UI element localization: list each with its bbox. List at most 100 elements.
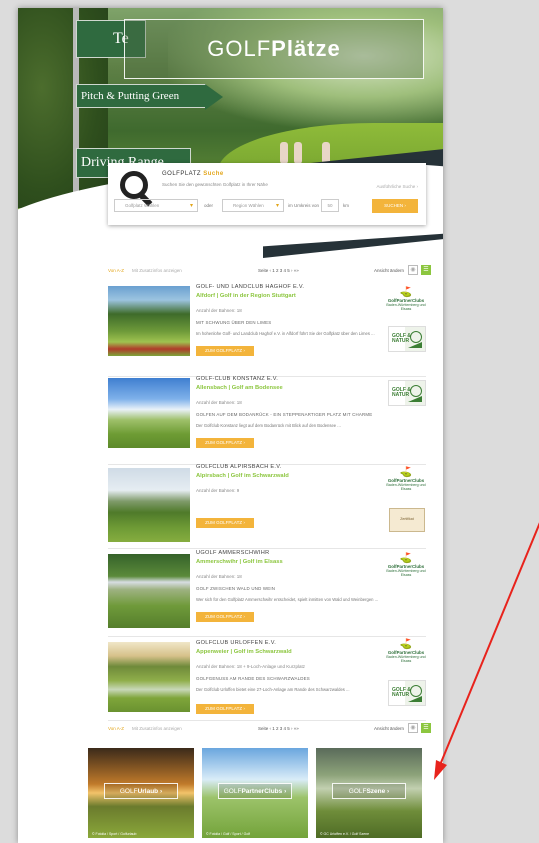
title-bold: Plätze xyxy=(271,36,341,61)
title-light: GOLF xyxy=(207,36,272,61)
search-title: GOLFPLATZ Suche xyxy=(162,171,224,177)
extra-info-link[interactable]: Mit Zusatzinfos anzeigen xyxy=(132,268,182,273)
tile-caption: © GC Urloffen e.V. / Golf Szene xyxy=(320,832,370,836)
club-description: Der Golfclub Urloffen bietet eine 27-Loc… xyxy=(196,687,350,692)
certificate-badge: Zertifikat xyxy=(389,508,425,532)
club-location[interactable]: Alpirsbach | Golf im Schwarzwald xyxy=(196,473,289,479)
tile-golfurlaub[interactable]: GOLFUrlaub › © Fotolia / Sport / Golfurl… xyxy=(88,748,194,838)
golf-natur-text: GOLF & NATUR xyxy=(392,333,411,344)
sort-az-link[interactable]: Von A-Z xyxy=(108,268,124,273)
golf-natur-text: GOLF & NATUR xyxy=(392,387,411,398)
advanced-search-link[interactable]: Ausführliche Suche › xyxy=(376,184,418,189)
radius-input[interactable]: 50 xyxy=(321,199,339,212)
umkreis-label: im Umkreis von xyxy=(288,203,320,208)
partner-sublabel: Baden-Württemberg und Elsass xyxy=(386,303,426,311)
sort-az-link[interactable]: Von A-Z xyxy=(108,726,124,731)
search-button[interactable]: SUCHEN › xyxy=(372,199,418,213)
partner-sublabel: Baden-Württemberg und Elsass xyxy=(386,655,426,663)
partnerclub-logo: ⛳ GolfPartnerClubs Baden-Württemberg und… xyxy=(385,288,427,322)
annotation-arrow-line xyxy=(439,522,539,766)
club-name: GOLF- UND LANDCLUB HAGHOF E.V. xyxy=(196,284,305,290)
club-name: GOLFCLUB ALPIRSBACH E.V. xyxy=(196,464,282,470)
tile-partnerclubs[interactable]: GOLFPartnerClubs › © Fotolia / Golf / Sp… xyxy=(202,748,308,838)
golf-natur-seal-icon xyxy=(410,331,422,343)
club-holes: Anzahl der Bahnen: 9 xyxy=(196,488,240,493)
region-select[interactable]: Region Wählen xyxy=(222,199,284,212)
club-description: Der Golfclub Konstanz liegt auf dem Boda… xyxy=(196,423,341,428)
partner-flag-icon: ⛳ xyxy=(399,467,413,478)
tile-label[interactable]: GOLFUrlaub › xyxy=(104,783,178,799)
golf-natur-seal-icon xyxy=(410,385,422,397)
club-image[interactable] xyxy=(108,378,190,448)
view-label: Ansicht ändern xyxy=(374,726,405,731)
partnerclub-logo: ⛳ GolfPartnerClubs Baden-Württemberg und… xyxy=(385,468,427,502)
golf-natur-seal-icon xyxy=(410,685,422,697)
tile-label[interactable]: GOLFSzene › xyxy=(332,783,406,799)
page-title: GOLFPlätze xyxy=(124,19,424,79)
golf-natur-badge: GOLF & NATUR xyxy=(388,680,426,706)
partnerclub-logo: ⛳ GolfPartnerClubs Baden-Württemberg und… xyxy=(385,554,427,588)
golf-natur-badge: GOLF & NATUR xyxy=(388,380,426,406)
club-image[interactable] xyxy=(108,642,190,712)
club-location[interactable]: Allensbach | Golf am Bodensee xyxy=(196,385,283,391)
club-button[interactable]: ZUM GOLFPLATZ › xyxy=(196,438,254,448)
list-item: GOLF- UND LANDCLUB HAGHOF E.V. Alfdorf |… xyxy=(108,282,426,360)
club-image[interactable] xyxy=(108,468,190,542)
list-toolbar-bottom: Von A-Z Mit Zusatzinfos anzeigen Seite ‹… xyxy=(108,722,431,736)
club-button[interactable]: ZUM GOLFPLATZ › xyxy=(196,518,254,528)
divider xyxy=(108,636,426,637)
club-location[interactable]: Alfdorf | Golf in der Region Stuttgart xyxy=(196,293,296,299)
tile-label[interactable]: GOLFPartnerClubs › xyxy=(218,783,292,799)
partner-flag-icon: ⛳ xyxy=(399,553,413,564)
club-description: Im hohenlohe Golf- und Landclub Haghof e… xyxy=(196,331,375,336)
list-view-icon[interactable]: ☰ xyxy=(421,723,431,733)
partner-flag-icon: ⛳ xyxy=(399,639,413,650)
search-title-a: GOLFPLATZ xyxy=(162,171,202,177)
club-description: Wer sich für den Golfplatz Ammerschwihr … xyxy=(196,597,379,602)
certificate-text: Zertifikat xyxy=(400,517,414,521)
extra-info-link[interactable]: Mit Zusatzinfos anzeigen xyxy=(132,726,182,731)
partner-sublabel: Baden-Württemberg und Elsass xyxy=(386,569,426,577)
tile-golfszene[interactable]: GOLFSzene › © GC Urloffen e.V. / Golf Sz… xyxy=(316,748,422,838)
view-label: Ansicht ändern xyxy=(374,268,405,273)
list-view-icon[interactable]: ☰ xyxy=(421,265,431,275)
club-location[interactable]: Ammerschwihr | Golf im Elsass xyxy=(196,559,283,565)
club-tagline: GOLF ZWISCHEN WALD UND WEIN xyxy=(196,586,276,591)
pagination[interactable]: Seite ‹ 1 2 3 4 5 › »» xyxy=(258,268,299,273)
club-tagline: GOLFGENUSS AM RANDE DES SCHWARZWALDES xyxy=(196,676,310,681)
club-holes: Anzahl der Bahnen: 18 + 9-Loch-Anlage un… xyxy=(196,664,305,669)
golf-natur-text: GOLF & NATUR xyxy=(392,687,411,698)
search-box: GOLFPLATZ Suche Suchen Sie den gewünscht… xyxy=(108,163,426,225)
partner-flag-icon: ⛳ xyxy=(399,287,413,298)
club-holes: Anzahl der Bahnen: 18 xyxy=(196,400,242,405)
golfplatz-select[interactable]: Golfplatz Wählen xyxy=(114,199,198,212)
tile-caption: © Fotolia / Golf / Sport / Golf xyxy=(206,832,251,836)
pagination[interactable]: Seite ‹ 1 2 3 4 5 › »» xyxy=(258,726,299,731)
club-button[interactable]: ZUM GOLFPLATZ › xyxy=(196,612,254,622)
location-view-icon[interactable]: ◉ xyxy=(408,265,418,275)
list-item: GOLF-CLUB KONSTANZ E.V. Allensbach | Gol… xyxy=(108,374,426,452)
club-name: GOLFCLUB URLOFFEN E.V. xyxy=(196,640,277,646)
golfer-figure xyxy=(294,142,302,164)
club-location[interactable]: Appenweier | Golf im Schwarzwald xyxy=(196,649,292,655)
search-title-b: Suche xyxy=(203,171,224,177)
search-icon xyxy=(120,171,148,199)
list-item: UGOLF AMMERSCHWIHR Ammerschwihr | Golf i… xyxy=(108,548,427,628)
list-item: GOLFCLUB ALPIRSBACH E.V. Alpirsbach | Go… xyxy=(108,462,427,542)
list-toolbar: Von A-Z Mit Zusatzinfos anzeigen Seite ‹… xyxy=(108,264,431,278)
golf-natur-badge: GOLF & NATUR xyxy=(388,326,426,352)
sign-pitch: Pitch & Putting Green xyxy=(76,84,223,110)
club-name: UGOLF AMMERSCHWIHR xyxy=(196,550,270,556)
partnerclub-logo: ⛳ GolfPartnerClubs Baden-Württemberg und… xyxy=(385,640,427,674)
golfer-figure xyxy=(280,142,288,164)
oder-label: oder xyxy=(204,203,214,208)
club-button[interactable]: ZUM GOLFPLATZ › xyxy=(196,704,254,714)
location-view-icon[interactable]: ◉ xyxy=(408,723,418,733)
club-button[interactable]: ZUM GOLFPLATZ › xyxy=(196,346,254,356)
club-image[interactable] xyxy=(108,286,190,356)
club-holes: Anzahl der Bahnen: 18 xyxy=(196,308,242,313)
tile-caption: © Fotolia / Sport / Golfurlaub xyxy=(92,832,137,836)
club-image[interactable] xyxy=(108,554,190,628)
club-tagline: MIT SCHWUNG ÜBER DEN LIMES xyxy=(196,320,272,325)
club-holes: Anzahl der Bahnen: 18 xyxy=(196,574,242,579)
